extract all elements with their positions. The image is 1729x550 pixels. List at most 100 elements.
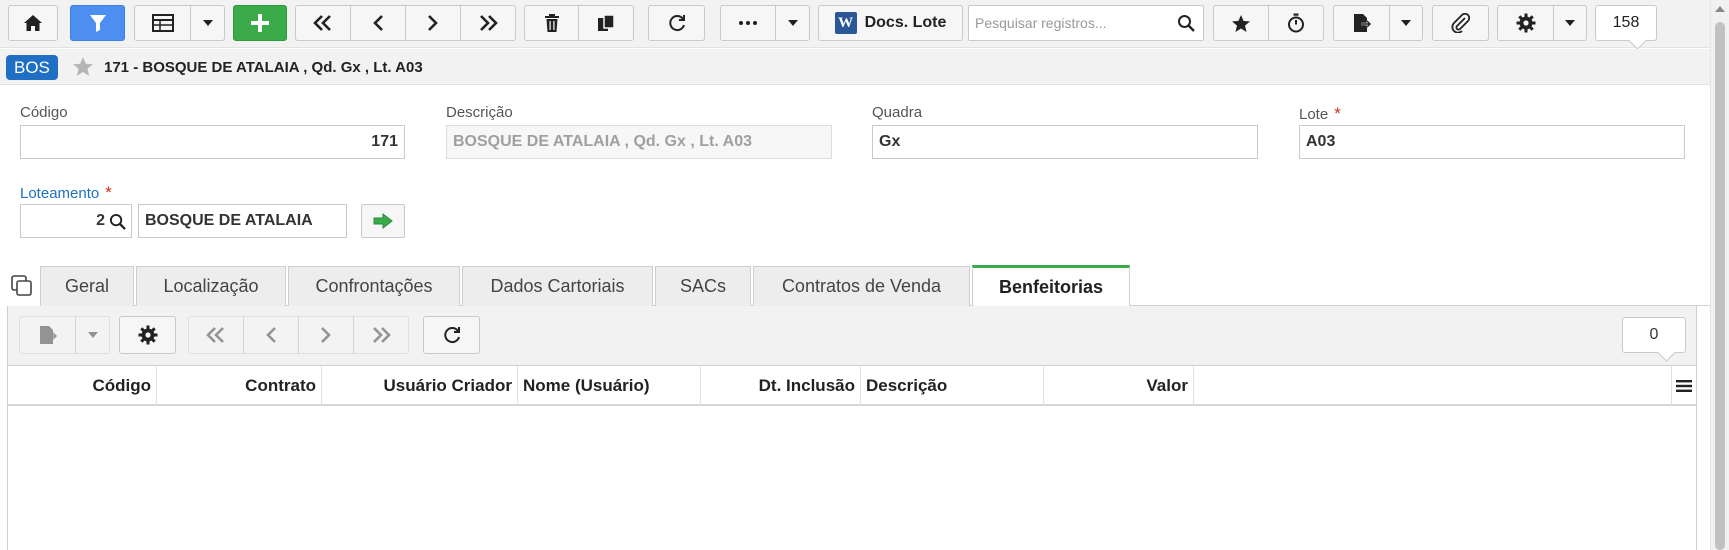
copy-tabs-icon[interactable] xyxy=(10,274,34,296)
page-scrollbar[interactable] xyxy=(1710,0,1729,550)
trash-icon xyxy=(544,14,559,32)
star-icon xyxy=(1232,14,1250,32)
search-box xyxy=(968,5,1204,41)
loteamento-code: 2 xyxy=(96,212,105,229)
grid-previous-button[interactable] xyxy=(243,316,299,354)
record-count-badge: 158 xyxy=(1595,5,1657,41)
column-header-contrato[interactable]: Contrato xyxy=(157,366,322,406)
refresh-icon xyxy=(443,327,460,344)
tab-sacs[interactable]: SACs xyxy=(655,266,751,306)
favorite-button[interactable] xyxy=(1213,5,1269,41)
column-header-usuario-criador[interactable]: Usuário Criador xyxy=(322,366,518,406)
column-header-dt-inclusao[interactable]: Dt. Inclusão xyxy=(701,366,861,406)
double-chevron-right-icon xyxy=(480,15,498,31)
grid-export-dropdown[interactable] xyxy=(75,316,110,354)
home-button[interactable] xyxy=(8,5,58,41)
record-titlebar: BOS 171 - BOSQUE DE ATALAIA , Qd. Gx , L… xyxy=(0,49,1710,85)
loteamento-label-text: Loteamento xyxy=(20,185,100,202)
chevron-left-icon xyxy=(266,327,276,343)
grid-record-count: 0 xyxy=(1622,317,1686,353)
search-input[interactable] xyxy=(969,6,1169,40)
codigo-label: Código xyxy=(20,104,68,121)
loteamento-code-field[interactable]: 2 xyxy=(20,204,132,238)
column-menu-button[interactable] xyxy=(1671,366,1696,406)
copy-icon xyxy=(598,14,615,31)
favorite-star-icon[interactable] xyxy=(72,56,94,77)
gear-icon xyxy=(1516,13,1535,33)
column-header-descricao[interactable]: Descrição xyxy=(861,366,1044,406)
gear-icon xyxy=(138,325,157,345)
grid-first-button[interactable] xyxy=(188,316,244,354)
search-icon[interactable] xyxy=(1177,14,1195,32)
tab-benfeitorias[interactable]: Benfeitorias xyxy=(972,265,1130,306)
lookup-search-icon[interactable] xyxy=(109,213,126,230)
refresh-button[interactable] xyxy=(648,5,705,41)
module-badge: BOS xyxy=(6,55,58,80)
caret-down-icon xyxy=(202,20,213,26)
settings-dropdown[interactable] xyxy=(1553,5,1587,41)
paperclip-icon xyxy=(1450,13,1470,33)
more-actions-button[interactable] xyxy=(720,5,776,41)
tab-localizacao[interactable]: Localização xyxy=(136,266,286,306)
docs-lote-button[interactable]: W Docs. Lote xyxy=(818,5,963,41)
table-icon xyxy=(151,14,174,32)
quadra-field[interactable]: Gx xyxy=(872,125,1258,159)
lote-label: Lote * xyxy=(1299,104,1341,124)
column-header-codigo[interactable]: Código xyxy=(8,366,157,406)
open-loteamento-button[interactable] xyxy=(361,204,405,238)
view-dropdown-button[interactable] xyxy=(190,5,225,41)
grid-toolbar: 0 xyxy=(8,306,1696,366)
scrollbar-thumb[interactable] xyxy=(1715,22,1725,550)
loteamento-name-field: BOSQUE DE ATALAIA xyxy=(138,204,347,238)
tab-dados-cartoriais[interactable]: Dados Cartoriais xyxy=(462,266,653,306)
timer-button[interactable] xyxy=(1268,5,1324,41)
grid-body xyxy=(8,406,1696,550)
caret-down-icon xyxy=(1565,20,1575,26)
export-dropdown[interactable] xyxy=(1389,5,1423,41)
first-record-button[interactable] xyxy=(295,5,351,41)
column-header-nome-usuario[interactable]: Nome (Usuário) xyxy=(518,366,701,406)
delete-button[interactable] xyxy=(524,5,579,41)
grid-header: Código Contrato Usuário Criador Nome (Us… xyxy=(8,366,1696,406)
filter-button[interactable] xyxy=(70,5,125,41)
double-chevron-left-icon xyxy=(206,327,224,343)
tab-geral[interactable]: Geral xyxy=(40,266,134,306)
required-marker: * xyxy=(1334,104,1341,123)
more-actions-dropdown[interactable] xyxy=(775,5,810,41)
word-icon: W xyxy=(834,12,857,34)
chevron-right-icon xyxy=(428,15,438,31)
attachments-button[interactable] xyxy=(1432,5,1489,41)
add-button[interactable] xyxy=(233,5,287,41)
tab-confrontacoes[interactable]: Confrontações xyxy=(288,266,460,306)
last-record-button[interactable] xyxy=(460,5,516,41)
previous-record-button[interactable] xyxy=(350,5,406,41)
grid-last-button[interactable] xyxy=(353,316,409,354)
home-icon xyxy=(24,15,42,31)
next-record-button[interactable] xyxy=(405,5,461,41)
double-chevron-left-icon xyxy=(313,15,331,31)
grid-export-button[interactable] xyxy=(19,316,76,354)
descricao-label: Descrição xyxy=(446,104,513,121)
scroll-up-arrow[interactable] xyxy=(1715,6,1725,12)
lote-field[interactable]: A03 xyxy=(1299,125,1685,159)
grid-next-button[interactable] xyxy=(298,316,354,354)
grid-view-button[interactable] xyxy=(134,5,191,41)
column-header-valor[interactable]: Valor xyxy=(1044,366,1194,406)
tab-contratos-de-venda[interactable]: Contratos de Venda xyxy=(753,266,970,306)
codigo-field[interactable]: 171 xyxy=(20,125,405,159)
grid-settings-button[interactable] xyxy=(119,316,176,354)
duplicate-button[interactable] xyxy=(578,5,634,41)
export-button[interactable] xyxy=(1333,5,1390,41)
grid-refresh-button[interactable] xyxy=(423,316,480,354)
hamburger-menu-icon xyxy=(1676,380,1692,392)
required-marker: * xyxy=(105,183,112,202)
caret-down-icon xyxy=(1401,20,1411,26)
benfeitorias-panel: 0 Código Contrato Usuário Criador Nome (… xyxy=(7,306,1697,550)
settings-button[interactable] xyxy=(1497,5,1554,41)
ellipsis-icon xyxy=(739,21,757,25)
plus-icon xyxy=(251,14,269,32)
filter-icon xyxy=(89,15,106,32)
loteamento-label[interactable]: Loteamento * xyxy=(20,183,112,203)
file-export-icon xyxy=(1353,14,1371,32)
caret-down-icon xyxy=(787,20,798,26)
